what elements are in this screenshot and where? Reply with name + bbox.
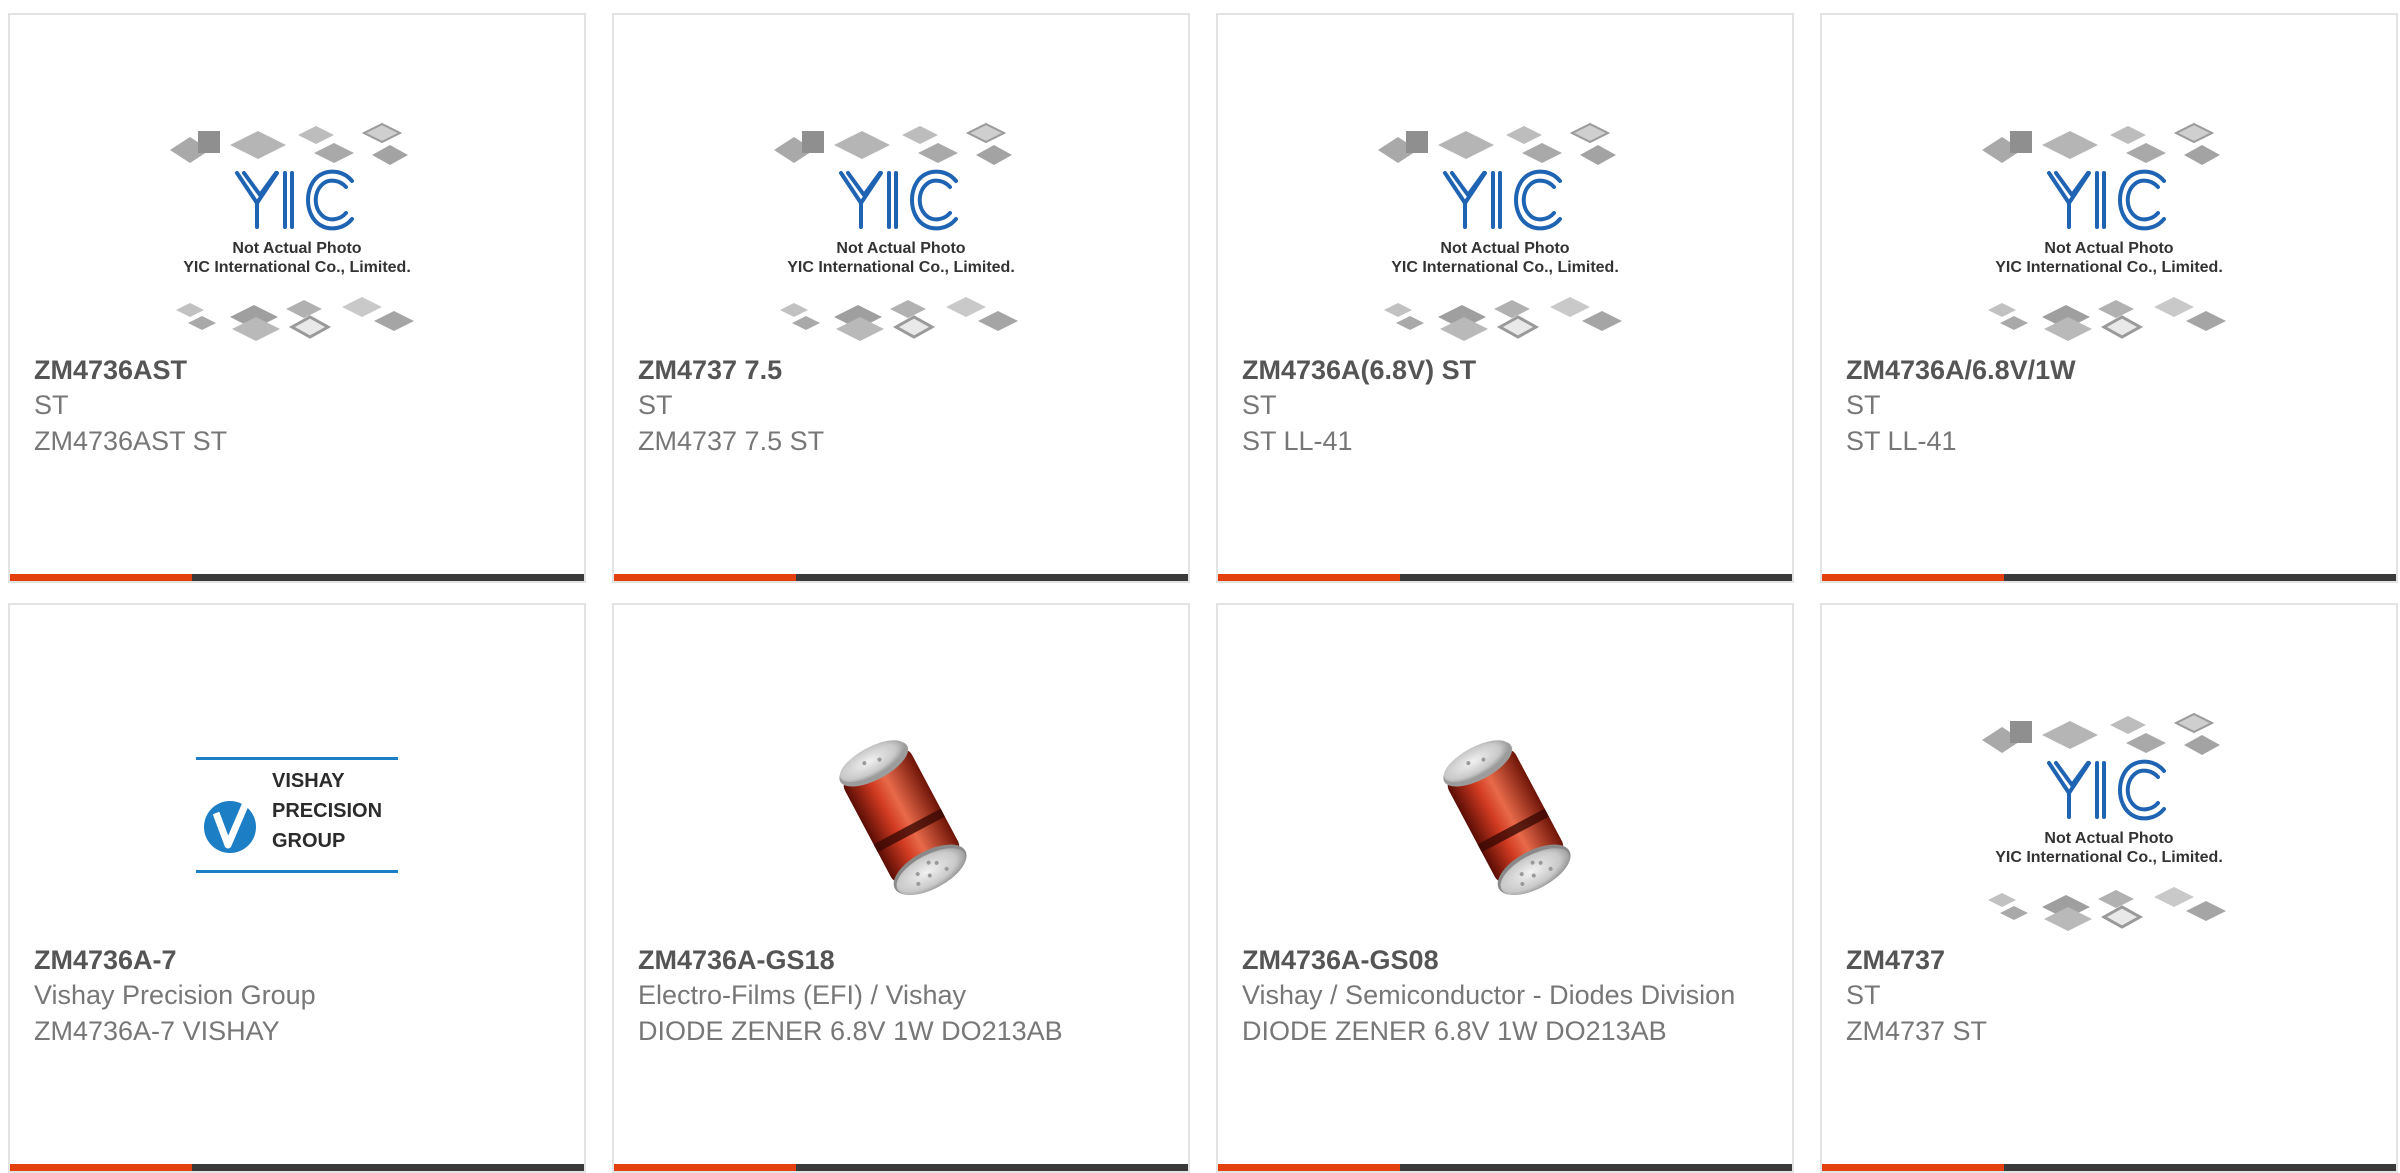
product-info: ZM4736A-7 Vishay Precision Group ZM4736A-7… [34, 943, 566, 1049]
product-description: ZM4737 7.5 ST [638, 426, 825, 456]
product-part-number[interactable]: ZM4737 7.5 [638, 353, 1170, 387]
product-info: ZM4736A(6.8V) ST ST ST LL-41 [1242, 353, 1774, 459]
card-bottom-bar [10, 1164, 584, 1171]
product-image[interactable] [614, 680, 1188, 950]
product-manufacturer: ST [638, 390, 673, 420]
product-image[interactable] [1218, 680, 1792, 950]
yic-placeholder-icon: Not Actual Photo YIC International Co., … [170, 122, 414, 341]
placeholder-line1: Not Actual Photo [2044, 240, 2173, 257]
card-accent-stripe [10, 1164, 192, 1171]
product-part-number[interactable]: ZM4737 [1846, 943, 2378, 977]
product-info: ZM4737 7.5 ST ZM4737 7.5 ST [638, 353, 1170, 459]
card-accent-stripe [10, 574, 192, 581]
product-description: DIODE ZENER 6.8V 1W DO213AB [1242, 1016, 1667, 1046]
yic-placeholder-icon: Not Actual Photo YIC International Co., … [1982, 712, 2226, 931]
product-card[interactable]: Not Actual Photo YIC International Co., … [8, 13, 586, 583]
placeholder-line2: YIC International Co., Limited. [787, 259, 1015, 276]
card-accent-stripe [1218, 574, 1400, 581]
product-info: ZM4736A/6.8V/1W ST ST LL-41 [1846, 353, 2378, 459]
card-bottom-bar [614, 574, 1188, 581]
card-bottom-bar [1218, 574, 1792, 581]
card-accent-stripe [614, 574, 796, 581]
card-accent-stripe [614, 1164, 796, 1171]
card-accent-stripe [1218, 1164, 1400, 1171]
diode-photo-icon [839, 740, 967, 895]
product-info: ZM4736AST ST ZM4736AST ST [34, 353, 566, 459]
product-description: DIODE ZENER 6.8V 1W DO213AB [638, 1016, 1063, 1046]
product-card[interactable]: Not Actual Photo YIC International Co., … [1820, 603, 2398, 1173]
product-manufacturer: Electro-Films (EFI) / Vishay [638, 980, 967, 1010]
product-manufacturer: ST [34, 390, 69, 420]
placeholder-line1: Not Actual Photo [232, 240, 361, 257]
placeholder-line1: Not Actual Photo [836, 240, 965, 257]
placeholder-line1: Not Actual Photo [2044, 830, 2173, 847]
product-card[interactable]: VISHAY PRECISION GROUP ZM4736A-7 Vishay P… [8, 603, 586, 1173]
product-manufacturer: ST [1846, 390, 1881, 420]
placeholder-line2: YIC International Co., Limited. [1995, 849, 2223, 866]
product-manufacturer: Vishay Precision Group [34, 980, 316, 1010]
product-description: ZM4736AST ST [34, 426, 228, 456]
card-bottom-bar [10, 574, 584, 581]
card-bottom-bar [614, 1164, 1188, 1171]
product-grid: Not Actual Photo YIC International Co., … [8, 13, 2398, 1173]
placeholder-line2: YIC International Co., Limited. [1995, 259, 2223, 276]
product-manufacturer: ST [1846, 980, 1881, 1010]
product-description: ST LL-41 [1846, 426, 1957, 456]
vishay-logo-icon: VISHAY PRECISION GROUP [194, 753, 400, 877]
product-card[interactable]: Not Actual Photo YIC International Co., … [1820, 13, 2398, 583]
diode-photo-icon [1443, 740, 1571, 895]
product-card[interactable]: ZM4736A-GS08 Vishay / Semiconductor - Dio… [1216, 603, 1794, 1173]
product-image[interactable]: VISHAY PRECISION GROUP [10, 680, 584, 950]
placeholder-line1: Not Actual Photo [1440, 240, 1569, 257]
product-info: ZM4736A-GS08 Vishay / Semiconductor - Dio… [1242, 943, 1774, 1049]
product-part-number[interactable]: ZM4736A-GS18 [638, 943, 1170, 977]
product-image[interactable]: Not Actual Photo YIC International Co., … [10, 90, 584, 360]
product-image[interactable]: Not Actual Photo YIC International Co., … [1218, 90, 1792, 360]
card-accent-stripe [1822, 1164, 2004, 1171]
card-bottom-bar [1822, 574, 2396, 581]
product-part-number[interactable]: ZM4736A-7 [34, 943, 566, 977]
product-card[interactable]: ZM4736A-GS18 Electro-Films (EFI) / Vishay… [612, 603, 1190, 1173]
yic-placeholder-icon: Not Actual Photo YIC International Co., … [1982, 122, 2226, 341]
product-part-number[interactable]: ZM4736AST [34, 353, 566, 387]
product-description: ZM4736A-7 VISHAY [34, 1016, 280, 1046]
placeholder-line2: YIC International Co., Limited. [183, 259, 411, 276]
card-bottom-bar [1822, 1164, 2396, 1171]
card-bottom-bar [1218, 1164, 1792, 1171]
placeholder-line2: YIC International Co., Limited. [1391, 259, 1619, 276]
product-part-number[interactable]: ZM4736A(6.8V) ST [1242, 353, 1774, 387]
product-image[interactable]: Not Actual Photo YIC International Co., … [1822, 680, 2396, 950]
product-manufacturer: Vishay / Semiconductor - Diodes Division [1242, 980, 1736, 1010]
product-image[interactable]: Not Actual Photo YIC International Co., … [614, 90, 1188, 360]
product-description: ZM4737 ST [1846, 1016, 1988, 1046]
product-part-number[interactable]: ZM4736A/6.8V/1W [1846, 353, 2378, 387]
vishay-logo-line3: GROUP [272, 830, 345, 852]
product-info: ZM4737 ST ZM4737 ST [1846, 943, 2378, 1049]
vishay-logo-line1: VISHAY [272, 770, 345, 792]
yic-placeholder-icon: Not Actual Photo YIC International Co., … [774, 122, 1018, 341]
yic-placeholder-icon: Not Actual Photo YIC International Co., … [1378, 122, 1622, 341]
product-image[interactable]: Not Actual Photo YIC International Co., … [1822, 90, 2396, 360]
vishay-logo-line2: PRECISION [272, 800, 382, 822]
product-manufacturer: ST [1242, 390, 1277, 420]
product-card[interactable]: Not Actual Photo YIC International Co., … [1216, 13, 1794, 583]
product-info: ZM4736A-GS18 Electro-Films (EFI) / Vishay… [638, 943, 1170, 1049]
product-card[interactable]: Not Actual Photo YIC International Co., … [612, 13, 1190, 583]
product-description: ST LL-41 [1242, 426, 1353, 456]
card-accent-stripe [1822, 574, 2004, 581]
product-part-number[interactable]: ZM4736A-GS08 [1242, 943, 1774, 977]
